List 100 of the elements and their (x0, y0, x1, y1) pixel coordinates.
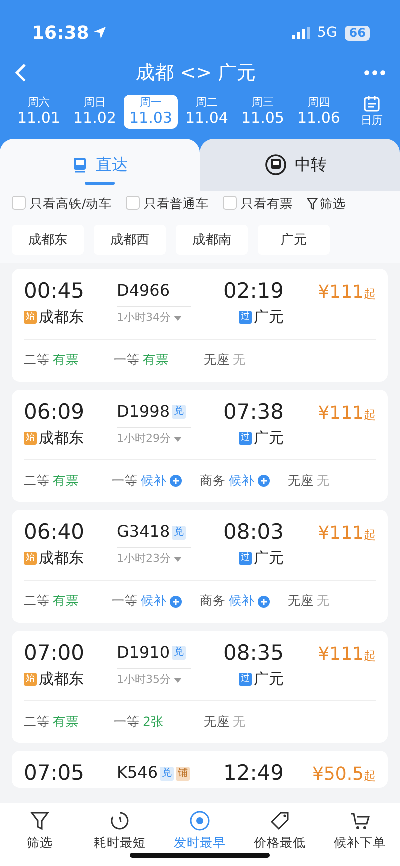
train-icon (72, 156, 88, 172)
clock-icon (189, 810, 211, 832)
train-number: D1910 (117, 642, 170, 664)
seat-status: 有票 (53, 351, 79, 370)
train-card[interactable]: 07:05 K546 兑 铺 12:49 ¥50.5起 (12, 751, 388, 788)
seat-status: 2张 (143, 712, 164, 731)
trip-duration: 1小时34分 (117, 310, 171, 326)
train-card[interactable]: 00:45 D4966 02:19 ¥111起 始 成都东 1小时34分 过 广元 二等 有票 一等 有票 无座 无 (12, 269, 388, 382)
arrival-time: 08:03 (222, 520, 284, 546)
arrival-time: 07:38 (222, 400, 284, 425)
train-number: G3418 (117, 521, 170, 544)
departure-time: 07:05 (24, 761, 86, 786)
trip-duration: 1小时35分 (117, 672, 171, 688)
station-chip[interactable]: 广元 (258, 225, 330, 256)
seat-class: 一等 (112, 472, 138, 490)
plus-icon[interactable] (170, 596, 182, 608)
origin-station: 成都东 (39, 428, 84, 449)
signal-icon (292, 27, 310, 39)
seat-class: 无座 (204, 712, 230, 731)
back-icon[interactable] (14, 63, 28, 83)
station-tag: 始 (24, 311, 37, 324)
seat-status: 候补 (141, 472, 167, 490)
seat-class: 无座 (288, 472, 314, 490)
seat-status: 无 (233, 351, 246, 370)
plus-icon[interactable] (258, 596, 270, 608)
filter-icon (29, 810, 51, 832)
station-chip[interactable]: 成都南 (176, 225, 248, 256)
departure-time: 06:09 (24, 400, 86, 425)
arrival-time: 12:49 (222, 761, 284, 786)
departure-time: 00:45 (24, 279, 86, 304)
status-time: 16:38 (32, 22, 90, 46)
ticket-price: ¥111起 (317, 281, 376, 306)
filter-checkbox[interactable]: 只看普通车 (126, 194, 210, 214)
trip-duration: 1小时29分 (117, 430, 171, 447)
destination-station: 广元 (254, 307, 284, 328)
more-icon[interactable] (364, 70, 386, 76)
train-circle-icon (265, 154, 287, 176)
seat-class: 一等 (114, 712, 140, 731)
filter-button[interactable]: 筛选 (307, 194, 346, 214)
train-card[interactable]: 07:00 D1910 兑 08:35 ¥111起 始 成都东 1小时35分 过 广元 二等 有票 一等 2张 无座 无 (12, 630, 388, 744)
arrival-time: 02:19 (222, 279, 284, 304)
plus-icon[interactable] (258, 475, 270, 488)
seat-class: 无座 (204, 351, 230, 370)
caret-icon[interactable] (174, 557, 182, 562)
page-title: 成都 <> 广元 (136, 60, 256, 86)
station-tag: 过 (239, 552, 252, 565)
seat-class: 二等 (24, 712, 50, 731)
train-tag: 铺 (176, 766, 190, 781)
seat-status: 候补 (141, 592, 167, 610)
station-chip[interactable]: 成都西 (94, 225, 166, 256)
station-tag: 过 (239, 311, 252, 324)
caret-icon[interactable] (174, 316, 182, 321)
departure-time: 07:00 (24, 640, 86, 666)
caret-icon[interactable] (174, 436, 182, 442)
station-tag: 始 (24, 672, 37, 686)
train-card[interactable]: 06:40 G3418 兑 08:03 ¥111起 始 成都东 1小时23分 过 广元 二等 有票 一等 候补 商务 候补 无座 无 (12, 510, 388, 623)
seat-status: 无 (317, 592, 330, 610)
timer-icon (109, 810, 131, 832)
filter-checkbox[interactable]: 只看有票 (223, 194, 294, 214)
location-icon (93, 26, 108, 40)
origin-station: 成都东 (39, 548, 84, 570)
caret-icon[interactable] (174, 678, 182, 682)
destination-station: 广元 (254, 668, 284, 690)
seat-status: 无 (317, 472, 330, 490)
filter-icon (307, 198, 318, 210)
train-tag: 兑 (160, 766, 174, 781)
seat-class: 一等 (114, 351, 140, 370)
departure-time: 06:40 (24, 520, 86, 546)
battery-level: 66 (345, 26, 370, 40)
plus-icon[interactable] (170, 475, 182, 488)
station-tag: 过 (239, 432, 252, 444)
seat-status: 有票 (53, 592, 79, 610)
train-number: D4966 (117, 280, 170, 302)
ticket-price: ¥111起 (317, 402, 376, 426)
seat-class: 二等 (24, 351, 50, 370)
seat-status: 有票 (143, 351, 169, 370)
sort-tab[interactable]: 耗时最短 (82, 809, 158, 866)
destination-station: 广元 (254, 428, 284, 449)
sort-tab[interactable]: 候补下单 (322, 809, 398, 866)
seat-class: 无座 (288, 592, 314, 610)
seat-class: 商务 (200, 592, 226, 610)
station-chip[interactable]: 成都东 (12, 225, 84, 256)
price-tag-icon (269, 810, 291, 832)
sort-tab[interactable]: 筛选 (2, 809, 78, 866)
seat-class: 商务 (200, 472, 226, 490)
network-label: 5G (318, 24, 338, 42)
destination-station: 广元 (254, 548, 284, 570)
train-tag: 兑 (172, 526, 186, 540)
train-card[interactable]: 06:09 D1998 兑 07:38 ¥111起 始 成都东 1小时29分 过 广元 二等 有票 一等 候补 商务 候补 无座 无 (12, 390, 388, 502)
route-tab[interactable]: 中转 (200, 138, 400, 190)
ticket-price: ¥111起 (317, 522, 376, 546)
seat-class: 二等 (24, 592, 50, 610)
filter-checkbox[interactable]: 只看高铁/动车 (12, 194, 112, 214)
seat-status: 有票 (53, 712, 79, 731)
sort-tab[interactable]: 价格最低 (242, 809, 318, 866)
origin-station: 成都东 (39, 668, 84, 690)
train-tag: 兑 (172, 405, 186, 420)
trip-duration: 1小时23分 (117, 551, 171, 568)
ticket-price: ¥50.5起 (311, 763, 376, 788)
station-tag: 始 (24, 552, 37, 565)
